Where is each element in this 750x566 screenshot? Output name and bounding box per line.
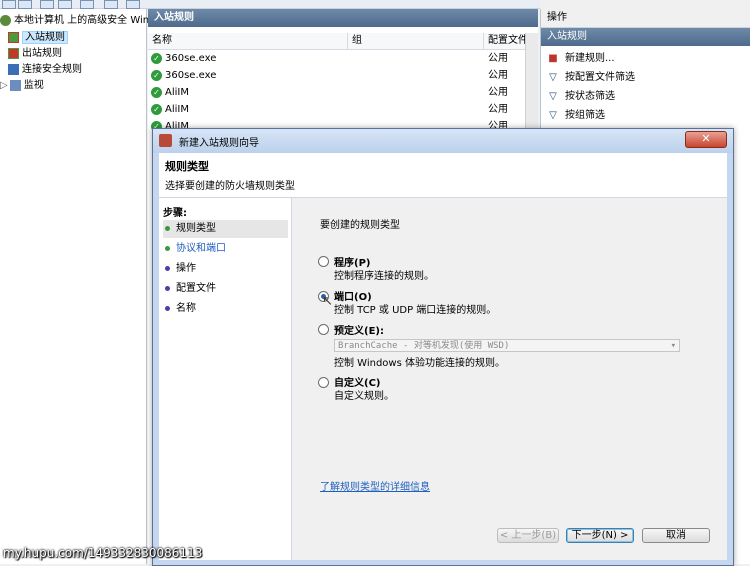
dialog-title: 新建入站规则向导 xyxy=(179,138,259,149)
folder-icon[interactable] xyxy=(40,0,54,9)
column-header: 名称 组 配置文件 xyxy=(148,33,526,50)
filter-icon: ▽ xyxy=(549,110,557,121)
actions-title: 操作 xyxy=(541,9,750,28)
wizard-header: 规则类型 选择要创建的防火墙规则类型 xyxy=(159,153,727,198)
center-pane-title: 入站规则 xyxy=(148,9,538,27)
radio-predefined[interactable] xyxy=(318,324,329,335)
back-icon[interactable] xyxy=(2,0,16,9)
export-icon[interactable] xyxy=(80,0,94,9)
learn-more-link[interactable]: 了解规则类型的详细信息 xyxy=(320,478,430,493)
actions-section[interactable]: 入站规则 xyxy=(541,28,750,46)
page-subtitle: 选择要创建的防火墙规则类型 xyxy=(165,181,295,192)
action-new-rule[interactable]: ■ 新建规则... xyxy=(547,50,614,68)
steps-label: 步骤: xyxy=(163,208,187,219)
toolbar xyxy=(0,0,540,9)
connection-security-icon xyxy=(8,63,19,75)
mouse-cursor-icon: ↖ xyxy=(322,294,333,309)
action-filter-group[interactable]: ▽ 按组筛选 xyxy=(547,107,605,125)
forward-icon[interactable] xyxy=(18,0,32,9)
action-filter-state[interactable]: ▽ 按状态筛选 xyxy=(547,88,615,106)
col-group[interactable]: 组 xyxy=(348,33,484,49)
step-action: 操作 xyxy=(163,260,288,278)
steps-panel: 步骤: 规则类型 协议和端口 操作 配置文件 名称 xyxy=(159,198,292,560)
close-button[interactable]: ✕ xyxy=(685,131,727,148)
firewall-icon xyxy=(0,14,11,26)
table-row[interactable]: ✓ AliIM 公用 xyxy=(148,101,526,118)
option-port-desc: 控制 TCP 或 UDP 端口连接的规则。 xyxy=(334,305,497,316)
console-tree-icon[interactable] xyxy=(58,0,72,9)
step-dot-icon xyxy=(165,225,170,231)
option-custom-desc: 自定义规则。 xyxy=(334,391,394,402)
monitor-icon xyxy=(9,79,21,91)
console-tree: 本地计算机 上的高级安全 Windo 入站规则 出站规则 连接安全规则 ▷ 监视 xyxy=(0,9,162,564)
expand-arrow-icon[interactable]: ▷ xyxy=(0,80,8,91)
filter-icon: ▽ xyxy=(549,72,557,83)
enabled-check-icon: ✓ xyxy=(151,103,162,115)
filter-icon: ▽ xyxy=(549,91,557,102)
step-dot-icon xyxy=(165,245,170,251)
option-program-desc: 控制程序连接的规则。 xyxy=(334,271,434,282)
chevron-down-icon: ▾ xyxy=(670,341,676,351)
next-button[interactable]: 下一步(N) > xyxy=(566,528,634,543)
page-title: 规则类型 xyxy=(165,160,209,173)
firewall-icon xyxy=(159,134,172,147)
option-predefined-title[interactable]: 预定义(E): xyxy=(334,322,384,337)
dialog-titlebar[interactable]: 新建入站规则向导 ✕ xyxy=(153,129,733,153)
step-name: 名称 xyxy=(163,300,288,318)
outbound-rules-icon xyxy=(8,47,19,59)
table-row[interactable]: ✓ 360se.exe 公用 xyxy=(148,50,526,67)
radio-program[interactable] xyxy=(318,256,329,267)
predefined-select[interactable]: BranchCache - 对等机发现(使用 WSD) ▾ xyxy=(334,339,680,352)
properties-icon[interactable] xyxy=(126,0,140,9)
enabled-check-icon: ✓ xyxy=(151,69,162,81)
tree-item-inbound[interactable]: 入站规则 xyxy=(8,30,68,46)
table-row[interactable]: ✓ 360se.exe 公用 xyxy=(148,67,526,84)
rules-rows: ✓ 360se.exe 公用 ✓ 360se.exe 公用 ✓ AliIM 公用 ✓ AliI… xyxy=(148,50,526,140)
rule-type-question: 要创建的规则类型 xyxy=(320,220,400,231)
new-inbound-rule-wizard: 新建入站规则向导 ✕ 规则类型 选择要创建的防火墙规则类型 步骤: 规则类型 协… xyxy=(152,128,734,566)
cancel-button[interactable]: 取消 xyxy=(642,528,710,543)
step-dot-icon xyxy=(165,265,170,271)
action-filter-profile[interactable]: ▽ 按配置文件筛选 xyxy=(547,69,635,87)
wizard-content: 要创建的规则类型 程序(P) 控制程序连接的规则。 端口(O) 控制 TCP 或… xyxy=(292,198,727,560)
enabled-check-icon: ✓ xyxy=(151,52,162,64)
step-profile: 配置文件 xyxy=(163,280,288,298)
option-predefined-desc: 控制 Windows 体验功能连接的规则。 xyxy=(334,358,505,369)
inbound-rules-icon xyxy=(8,31,19,43)
step-rule-type[interactable]: 规则类型 xyxy=(163,220,288,238)
table-row[interactable]: ✓ AliIM 公用 xyxy=(148,84,526,101)
enabled-check-icon: ✓ xyxy=(151,86,162,98)
step-dot-icon xyxy=(165,305,170,311)
tree-item-outbound[interactable]: 出站规则 xyxy=(8,46,62,62)
step-protocol-ports[interactable]: 协议和端口 xyxy=(163,240,288,258)
col-profile[interactable]: 配置文件 xyxy=(484,33,526,49)
col-name[interactable]: 名称 xyxy=(148,33,348,49)
help-icon[interactable] xyxy=(104,0,118,9)
watermark: my.hupu.com/149332830086113 xyxy=(3,546,203,560)
back-button[interactable]: < 上一步(B) xyxy=(497,528,559,543)
tree-item-monitor[interactable]: ▷ 监视 xyxy=(0,78,44,94)
tree-root[interactable]: 本地计算机 上的高级安全 Windo xyxy=(0,13,162,29)
radio-custom[interactable] xyxy=(318,377,329,388)
step-dot-icon xyxy=(165,285,170,291)
new-rule-icon: ■ xyxy=(548,53,558,64)
tree-item-connection-security[interactable]: 连接安全规则 xyxy=(8,62,82,78)
